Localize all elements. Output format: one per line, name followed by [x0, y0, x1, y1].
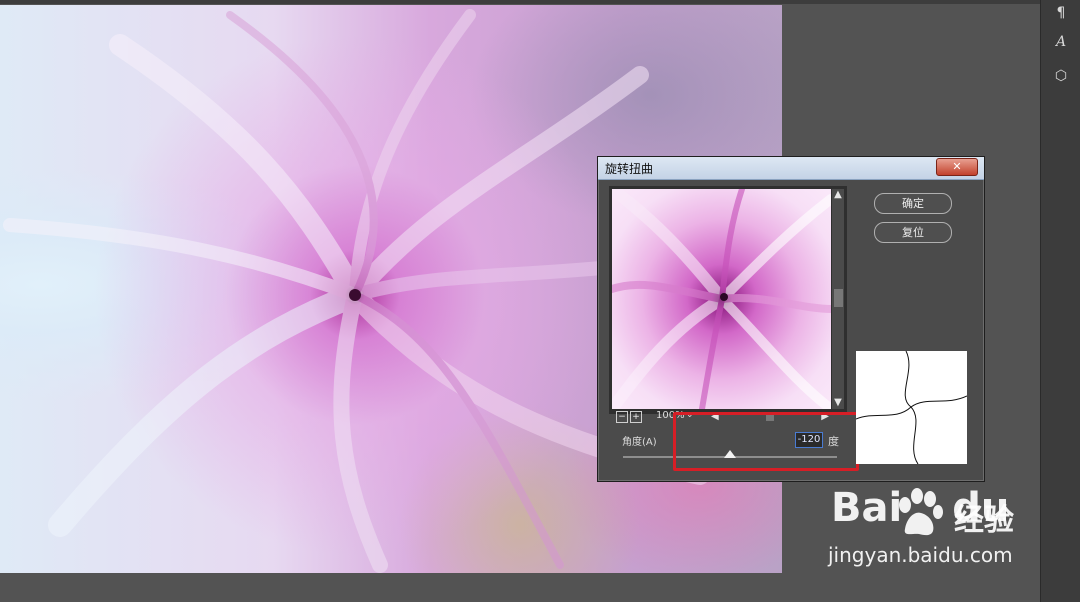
angle-label: 角度(A): [622, 437, 657, 448]
close-button[interactable]: ✕: [936, 158, 978, 176]
close-icon: ✕: [952, 160, 962, 173]
baidu-paw-icon: [899, 488, 943, 536]
scroll-up-icon[interactable]: ▲: [832, 189, 844, 201]
baidu-jingyan-text: 经验: [954, 503, 1014, 538]
distortion-curves: [855, 350, 968, 465]
reset-button[interactable]: 复位: [874, 222, 952, 243]
3d-cube-icon[interactable]: ⬡: [1047, 63, 1075, 89]
baidu-watermark: Bai du 经验 jingyan.baidu.com: [826, 485, 1026, 585]
character-style-icon[interactable]: A: [1047, 29, 1075, 55]
zoom-in-button[interactable]: +: [630, 411, 642, 423]
dialog-title: 旋转扭曲: [605, 162, 654, 176]
paragraph-icon[interactable]: ¶: [1047, 0, 1075, 26]
twirl-distortion-preview: [855, 350, 968, 465]
right-tool-panel: ¶ A ⬡: [1040, 0, 1080, 602]
highlight-annotation: [673, 412, 859, 471]
preview-vertical-scrollbar[interactable]: ▲ ▼: [832, 189, 844, 409]
canvas-top-edge: [0, 0, 1040, 4]
ok-button[interactable]: 确定: [874, 193, 952, 214]
filter-preview[interactable]: [612, 189, 831, 409]
scroll-down-icon[interactable]: ▼: [832, 397, 844, 409]
preview-streaks: [612, 189, 831, 409]
vertical-scroll-thumb[interactable]: [834, 289, 843, 307]
preview-frame: ▲ ▼: [609, 186, 847, 414]
zoom-out-button[interactable]: −: [616, 411, 628, 423]
dialog-title-bar[interactable]: 旋转扭曲 ✕: [598, 157, 984, 180]
baidu-url: jingyan.baidu.com: [828, 543, 1013, 567]
